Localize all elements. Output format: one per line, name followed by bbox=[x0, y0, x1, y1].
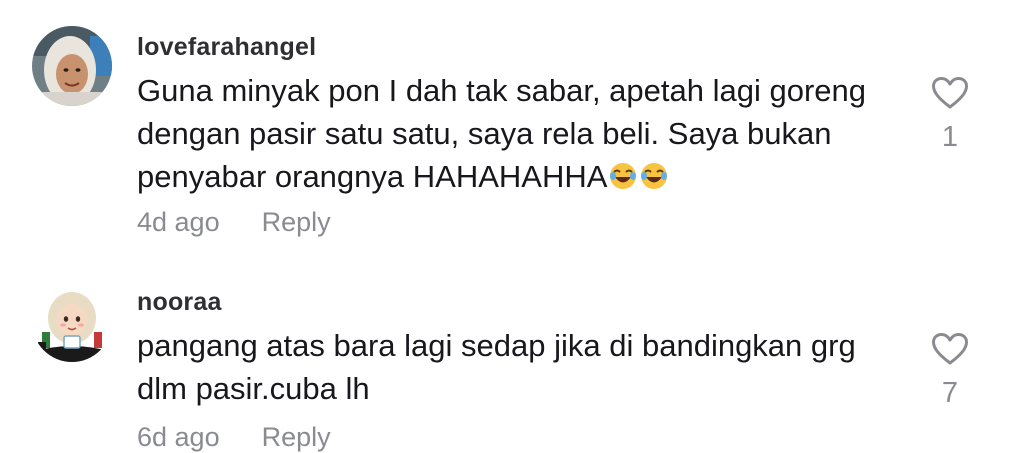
like-count: 7 bbox=[941, 377, 959, 409]
comment-meta: 6d ago Reply bbox=[137, 422, 331, 453]
heart-outline-icon[interactable] bbox=[931, 332, 969, 366]
reply-button[interactable]: Reply bbox=[262, 422, 331, 452]
cartoon-hijab-avatar-icon bbox=[32, 282, 112, 362]
laughing-emoji-icon bbox=[639, 159, 669, 189]
avatar[interactable] bbox=[32, 26, 112, 106]
like-button[interactable]: 7 bbox=[928, 332, 972, 410]
comment-username[interactable]: nooraa bbox=[137, 288, 222, 317]
laughing-emoji-icon bbox=[608, 159, 638, 189]
comment-timestamp: 4d ago bbox=[137, 207, 220, 237]
comment-meta: 4d ago Reply bbox=[137, 207, 331, 238]
heart-outline-icon[interactable] bbox=[931, 76, 969, 110]
comment-text-body: Guna minyak pon I dah tak sabar, apetah … bbox=[137, 73, 866, 194]
comment-item: nooraa pangang atas bara lagi sedap jika… bbox=[0, 250, 1022, 452]
like-count: 1 bbox=[941, 121, 959, 153]
comment-text: pangang atas bara lagi sedap jika di ban… bbox=[137, 328, 856, 406]
user-photo-avatar-icon bbox=[32, 26, 112, 106]
like-button[interactable]: 1 bbox=[928, 76, 972, 154]
comment-item: lovefarahangel Guna minyak pon I dah tak… bbox=[0, 0, 1022, 250]
comment-timestamp: 6d ago bbox=[137, 422, 220, 452]
comment-text: Guna minyak pon I dah tak sabar, apetah … bbox=[137, 69, 907, 198]
comment-username[interactable]: lovefarahangel bbox=[137, 33, 316, 62]
avatar[interactable] bbox=[32, 282, 112, 362]
reply-button[interactable]: Reply bbox=[262, 207, 331, 237]
